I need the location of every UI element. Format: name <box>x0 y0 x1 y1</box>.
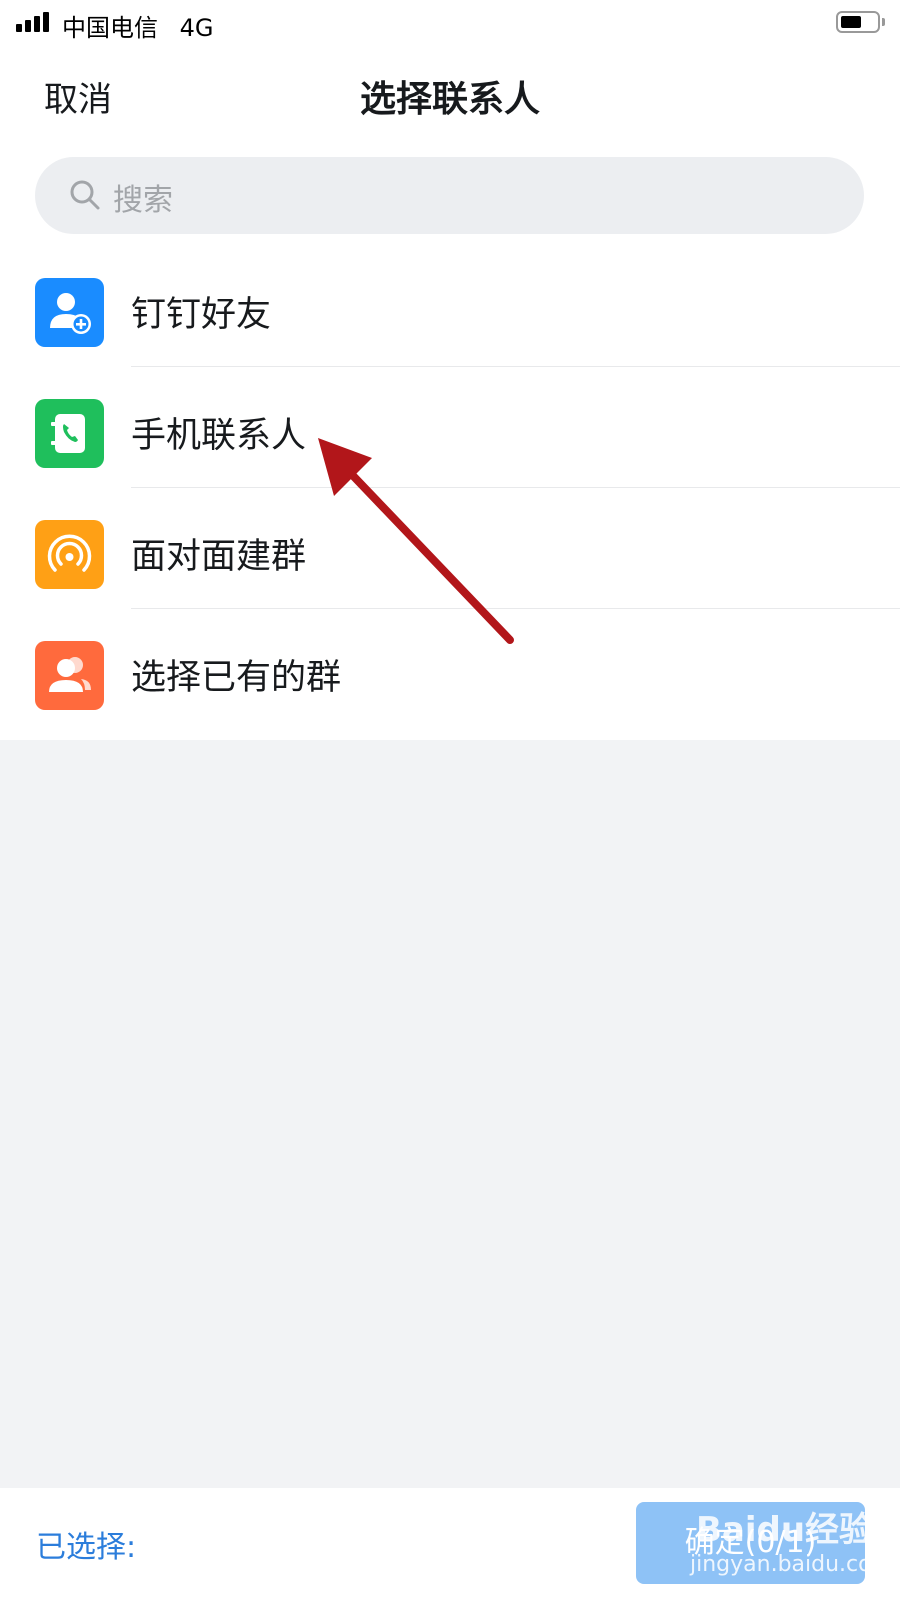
confirm-button[interactable]: 确定(0/1) <box>636 1502 865 1584</box>
annotation-arrow <box>318 438 514 644</box>
selected-label: 已选择: <box>36 1530 137 1565</box>
bottom-bar: 已选择: 确定(0/1) <box>0 1488 900 1600</box>
